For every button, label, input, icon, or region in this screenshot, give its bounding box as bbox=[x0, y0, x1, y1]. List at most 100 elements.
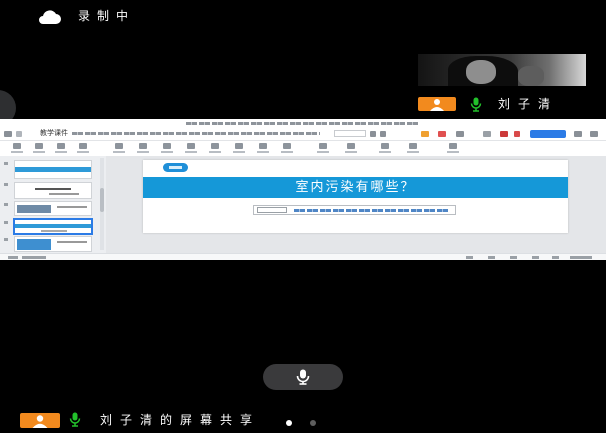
ribbon-tool[interactable] bbox=[112, 142, 126, 155]
thumbnail-text bbox=[49, 193, 79, 195]
ribbon-tool[interactable] bbox=[208, 142, 222, 155]
microphone-icon bbox=[296, 369, 310, 385]
scrollbar-thumb[interactable] bbox=[100, 188, 104, 212]
normal-view-icon[interactable] bbox=[488, 256, 495, 259]
document-tab-title-rest bbox=[72, 132, 320, 135]
thumbnail-number bbox=[4, 238, 8, 241]
ribbon-tool-icon bbox=[139, 143, 147, 149]
thumbnail-text bbox=[35, 188, 71, 190]
notes-icon[interactable] bbox=[466, 256, 473, 259]
ribbon-tool[interactable] bbox=[280, 142, 294, 155]
thumbnail-banner bbox=[15, 224, 91, 228]
record-icon[interactable] bbox=[438, 131, 446, 137]
ribbon-tool-icon bbox=[57, 143, 65, 149]
toolbar-icon[interactable] bbox=[500, 131, 508, 137]
slide-counter-text bbox=[22, 256, 46, 259]
ribbon-tool-icon bbox=[163, 143, 171, 149]
video-person-hand bbox=[518, 66, 544, 86]
ribbon-tool[interactable] bbox=[76, 142, 90, 155]
toolbar-icon[interactable] bbox=[514, 131, 520, 137]
ribbon-tool[interactable] bbox=[10, 142, 24, 155]
document-tab-title[interactable]: 教学课件 bbox=[40, 129, 68, 138]
ribbon-tool-icon bbox=[283, 143, 291, 149]
page-indicator[interactable] bbox=[286, 420, 326, 426]
toolbar-icon[interactable] bbox=[380, 131, 386, 137]
page-dot[interactable] bbox=[310, 420, 316, 426]
slide-banner: 室内污染有哪些？ bbox=[143, 177, 568, 198]
ribbon-tool-label bbox=[209, 151, 221, 153]
window-title-text bbox=[186, 122, 420, 125]
zoom-slider[interactable] bbox=[570, 256, 592, 259]
ribbon-tool-label bbox=[11, 151, 23, 153]
discussion-box bbox=[253, 205, 456, 215]
slide-counter-icon bbox=[8, 256, 18, 259]
close-icon[interactable] bbox=[590, 131, 598, 137]
toolbar-icon[interactable] bbox=[483, 131, 491, 137]
ribbon-tool-icon bbox=[187, 143, 195, 149]
ribbon-tool-label bbox=[77, 151, 89, 153]
ribbon-tool-label bbox=[185, 151, 197, 153]
thumbnail-scrollbar[interactable] bbox=[100, 158, 104, 250]
microphone-on-icon[interactable] bbox=[69, 412, 81, 427]
ribbon-tool[interactable] bbox=[378, 142, 392, 155]
editor-status-bar bbox=[0, 253, 606, 260]
ribbon-tool[interactable] bbox=[184, 142, 198, 155]
toolbar-icon[interactable] bbox=[456, 131, 464, 137]
ribbon-tool-label bbox=[447, 151, 459, 153]
minimize-icon[interactable] bbox=[574, 131, 582, 137]
search-input[interactable] bbox=[334, 130, 366, 137]
reading-view-icon[interactable] bbox=[532, 256, 539, 259]
slide-thumbnail-panel bbox=[0, 156, 107, 253]
home-icon[interactable] bbox=[16, 131, 22, 137]
participant-video[interactable] bbox=[418, 54, 586, 86]
slide-thumbnail[interactable] bbox=[14, 236, 92, 252]
ribbon-tool[interactable] bbox=[256, 142, 270, 155]
recording-status-label: 录制中 bbox=[78, 9, 136, 23]
ribbon-tool-label bbox=[257, 151, 269, 153]
toolbar-icon[interactable] bbox=[370, 131, 376, 137]
thumbnail-text bbox=[57, 241, 87, 243]
ribbon-tool-label bbox=[407, 151, 419, 153]
current-slide[interactable]: 室内污染有哪些？ bbox=[143, 160, 568, 233]
mute-button[interactable] bbox=[263, 364, 343, 390]
slide-thumbnail[interactable] bbox=[14, 201, 92, 216]
discussion-text bbox=[294, 209, 450, 212]
sorter-view-icon[interactable] bbox=[510, 256, 517, 259]
ribbon-tool-label bbox=[281, 151, 293, 153]
document-tab-bar: 教学课件 bbox=[0, 128, 606, 141]
ribbon-tool-icon bbox=[115, 143, 123, 149]
window-title-bar bbox=[0, 119, 606, 128]
share-button[interactable] bbox=[530, 130, 566, 138]
ribbon-tool[interactable] bbox=[136, 142, 150, 155]
shared-screen: 教学课件 室内污染有哪些？ bbox=[0, 119, 606, 260]
ribbon-tool[interactable] bbox=[406, 142, 420, 155]
user-avatar-icon bbox=[20, 413, 60, 428]
ribbon-tool-label bbox=[379, 151, 391, 153]
slide-thumbnail-selected[interactable] bbox=[14, 219, 92, 234]
microphone-on-icon[interactable] bbox=[470, 97, 482, 112]
app-menu-icon[interactable] bbox=[4, 131, 12, 137]
slide-thumbnail[interactable] bbox=[14, 160, 92, 179]
ribbon-tool-label bbox=[345, 151, 357, 153]
ribbon-tool-icon bbox=[235, 143, 243, 149]
ribbon-tool-label bbox=[113, 151, 125, 153]
ribbon-tool[interactable] bbox=[232, 142, 246, 155]
participant-name: 刘子清 bbox=[498, 97, 559, 111]
ribbon-tool[interactable] bbox=[160, 142, 174, 155]
ribbon-tool-icon bbox=[211, 143, 219, 149]
ribbon-tool[interactable] bbox=[54, 142, 68, 155]
screen-share-label: 刘子清的屏幕共享 bbox=[100, 413, 261, 427]
ribbon-tool[interactable] bbox=[446, 142, 460, 155]
slide-thumbnail[interactable] bbox=[14, 182, 92, 199]
ribbon-tool[interactable] bbox=[316, 142, 330, 155]
ribbon-tool[interactable] bbox=[32, 142, 46, 155]
slide-heading: 室内污染有哪些？ bbox=[295, 180, 416, 195]
share-icon[interactable] bbox=[421, 131, 429, 137]
thumbnail-number bbox=[4, 203, 8, 206]
ribbon-tool-label bbox=[55, 151, 67, 153]
ribbon-tool[interactable] bbox=[344, 142, 358, 155]
slideshow-icon[interactable] bbox=[552, 256, 559, 259]
page-dot-active[interactable] bbox=[286, 420, 292, 426]
ribbon-tool-icon bbox=[79, 143, 87, 149]
thumbnail-number bbox=[4, 221, 8, 224]
